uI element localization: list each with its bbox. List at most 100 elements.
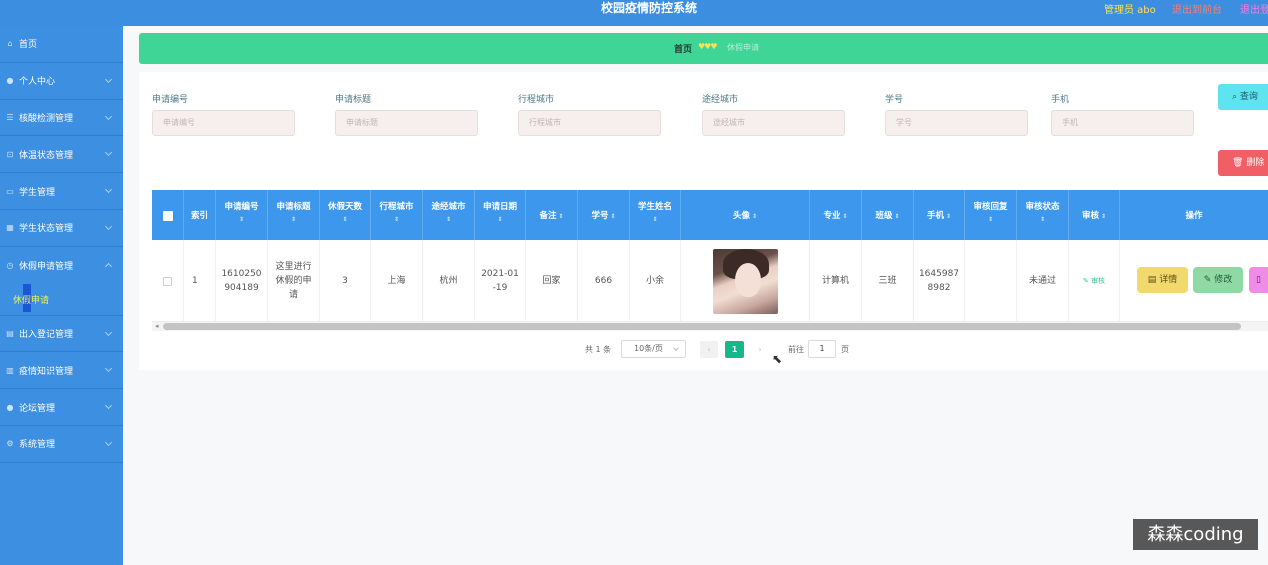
filter-label-student-no: 学号	[885, 95, 904, 105]
sidebar-item-home[interactable]: ⌂ 首页	[0, 26, 123, 63]
sidebar-item-leave[interactable]: ◷ 休假申请管理	[0, 247, 123, 284]
sidebar-item-students[interactable]: ▭ 学生管理	[0, 173, 123, 210]
next-page-button[interactable]: ›	[751, 341, 769, 358]
trip-city-input[interactable]: 行程城市	[518, 110, 661, 136]
sidebar-item-temperature[interactable]: ⊡ 体温状态管理	[0, 136, 123, 174]
sidebar-item-knowledge[interactable]: ▥ 疫情知识管理	[0, 352, 123, 390]
cell-remark: 回家	[526, 240, 578, 322]
sidebar-item-entry-exit[interactable]: ▤ 出入登记管理	[0, 316, 123, 353]
cell-review: ✎ 审核	[1069, 240, 1120, 322]
col-review[interactable]: 审核 ⇕	[1069, 190, 1120, 240]
logout-link[interactable]: 退出登录	[1240, 1, 1268, 16]
sidebar-item-profile[interactable]: ● 个人中心	[0, 63, 123, 100]
scrollbar-thumb[interactable]	[163, 323, 1241, 330]
sidebar-subitem-leave-apply[interactable]: 休假申请	[0, 283, 123, 316]
sidebar-item-student-status[interactable]: ▦ 学生状态管理	[0, 210, 123, 247]
select-all-checkbox[interactable]	[163, 211, 173, 221]
sort-icon: ⇕	[342, 216, 348, 223]
chevron-down-icon	[104, 365, 113, 373]
cell-student-name: 小余	[630, 240, 681, 322]
sidebar-item-label: 系统管理	[19, 440, 56, 451]
edit-icon: ✎	[1082, 277, 1092, 285]
cell-major: 计算机	[810, 240, 862, 322]
col-class[interactable]: 班级 ⇕	[862, 190, 914, 240]
search-button[interactable]: ⌕ 查询	[1218, 84, 1268, 110]
row-checkbox[interactable]	[163, 276, 172, 286]
goto-label: 前往	[788, 345, 804, 354]
cell-title: 这里进行 休假的申 请	[268, 240, 320, 322]
phone-input[interactable]: 手机	[1051, 110, 1194, 136]
col-remark[interactable]: 备注 ⇕	[526, 190, 578, 240]
filter-label-title: 申请标题	[335, 95, 372, 105]
scroll-left-icon[interactable]: ◂	[155, 322, 159, 330]
col-days[interactable]: 休假天数 ⇕	[320, 190, 371, 240]
mouse-cursor-icon: ⬉	[772, 352, 783, 366]
third-action-button[interactable]: ▯	[1249, 267, 1268, 293]
app-title: 校园疫情防控系统	[600, 1, 697, 15]
watermark: 森森coding	[1133, 519, 1258, 550]
cell-days: 3	[320, 240, 371, 322]
col-trip-city[interactable]: 行程城市 ⇕	[371, 190, 423, 240]
delete-button-label: 删除	[1246, 158, 1265, 168]
title-input[interactable]: 申请标题	[335, 110, 478, 136]
col-avatar[interactable]: 头像 ⇕	[681, 190, 810, 240]
filter-label-via-city: 途经城市	[702, 95, 739, 105]
breadcrumb: 首页 ♥♥♥ 休假申请	[139, 33, 1268, 64]
col-student-no[interactable]: 学号 ⇕	[578, 190, 630, 240]
cell-student-no: 666	[578, 240, 630, 322]
col-major[interactable]: 专业 ⇕	[810, 190, 862, 240]
chevron-down-icon	[104, 112, 113, 120]
col-date[interactable]: 申请日期 ⇕	[475, 190, 526, 240]
sort-icon: ⇕	[842, 213, 848, 220]
chart-icon: ▥	[6, 365, 14, 375]
sort-icon: ⇕	[1100, 213, 1107, 220]
student-no-input[interactable]: 学号	[885, 110, 1028, 136]
chevron-down-icon	[104, 222, 113, 231]
chevron-down-icon	[104, 186, 113, 194]
sidebar-item-forum[interactable]: ● 论坛管理	[0, 389, 123, 426]
edit-icon: ✎	[1203, 275, 1212, 285]
via-city-input[interactable]: 途经城市	[702, 110, 845, 136]
document-icon: ▤	[1147, 275, 1157, 285]
edit-button[interactable]: ✎ 修改	[1193, 267, 1243, 293]
trash-icon: ▯	[1256, 275, 1261, 285]
sort-icon: ⇕	[652, 216, 658, 223]
col-apply-no[interactable]: 申请编号 ⇕	[216, 190, 268, 240]
col-reply[interactable]: 审核回复 ⇕	[965, 190, 1017, 240]
sidebar-item-label: 疫情知识管理	[19, 366, 74, 377]
table-scrollbar[interactable]: ◂	[152, 322, 1268, 331]
sort-icon: ⇕	[290, 216, 297, 223]
chevron-down-icon	[104, 149, 113, 157]
sidebar-subitem-label: 休假申请	[13, 295, 50, 306]
sort-icon: ⇕	[445, 216, 452, 223]
sidebar-item-system[interactable]: ⚙ 系统管理	[0, 426, 123, 463]
chevron-down-icon	[673, 345, 679, 351]
apply-no-input[interactable]: 申请编号	[152, 110, 295, 136]
col-phone[interactable]: 手机 ⇕	[914, 190, 965, 240]
breadcrumb-home[interactable]: 首页	[674, 42, 692, 55]
delete-button[interactable]: 🗑 删除	[1218, 150, 1268, 176]
prev-page-button[interactable]: ‹	[700, 341, 718, 358]
col-title[interactable]: 申请标题 ⇕	[268, 190, 320, 240]
col-via-city[interactable]: 途经城市 ⇕	[423, 190, 475, 240]
cell-via-city: 杭州	[423, 240, 475, 322]
sidebar-item-label: 学生状态管理	[19, 224, 74, 235]
back-to-front-link[interactable]: 退出到前台	[1172, 1, 1222, 16]
sidebar-item-nucleic-test[interactable]: ☰ 核酸检测管理	[0, 100, 123, 137]
chevron-up-icon	[104, 262, 113, 270]
detail-button[interactable]: ▤ 详情	[1137, 267, 1188, 293]
col-student-name[interactable]: 学生姓名 ⇕	[630, 190, 681, 240]
col-status[interactable]: 审核状态 ⇕	[1017, 190, 1069, 240]
id-card-icon: ▭	[6, 186, 14, 196]
sort-icon: ⇕	[945, 213, 952, 220]
select-all-cell	[152, 190, 184, 240]
cell-trip-city: 上海	[371, 240, 423, 322]
sidebar-item-label: 首页	[19, 40, 38, 51]
page-size-select[interactable]: 10条/页	[621, 340, 686, 358]
sidebar: ⌂ 首页 ● 个人中心 ☰ 核酸检测管理 ⊡ 体温状态管理 ▭ 学生管理 ▦ 学…	[0, 26, 123, 565]
filter-label-apply-no: 申请编号	[152, 95, 189, 105]
goto-page-input[interactable]: 1	[808, 340, 836, 358]
chevron-down-icon	[104, 75, 113, 83]
review-link[interactable]: ✎ 审核	[1083, 274, 1105, 288]
page-number-current[interactable]: 1	[725, 341, 744, 358]
